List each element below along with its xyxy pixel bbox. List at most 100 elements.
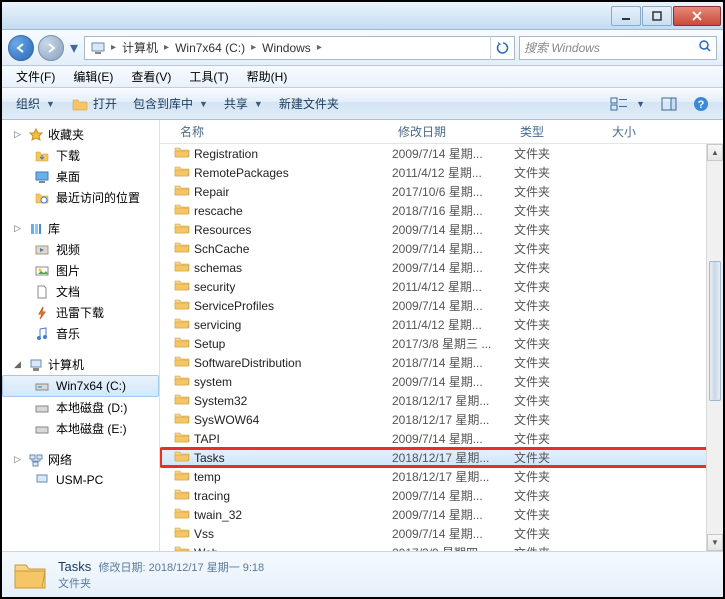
menu-view[interactable]: 查看(V) xyxy=(123,66,179,87)
tree-drive-c[interactable]: Win7x64 (C:) xyxy=(2,375,159,397)
search-input[interactable]: 搜索 Windows xyxy=(519,36,717,60)
file-row[interactable]: security2011/4/12 星期...文件夹 xyxy=(160,277,723,296)
breadcrumb-segment[interactable]: Windows xyxy=(258,41,315,55)
file-type: 文件夹 xyxy=(514,145,606,162)
file-row[interactable]: TAPI2009/7/14 星期...文件夹 xyxy=(160,429,723,448)
menu-help[interactable]: 帮助(H) xyxy=(239,66,296,87)
file-name: System32 xyxy=(194,394,247,408)
file-row[interactable]: Vss2009/7/14 星期...文件夹 xyxy=(160,524,723,543)
file-type: 文件夹 xyxy=(514,525,606,542)
tree-network-pc[interactable]: USM-PC xyxy=(2,470,159,490)
tree-videos[interactable]: 视频 xyxy=(2,239,159,260)
file-rows: Registration2009/7/14 星期...文件夹RemotePack… xyxy=(160,144,723,551)
file-row[interactable]: Setup2017/3/8 星期三 ...文件夹 xyxy=(160,334,723,353)
breadcrumb-arrow-icon[interactable]: ▸ xyxy=(109,42,118,53)
vertical-scrollbar[interactable]: ▲ ▼ xyxy=(706,144,723,551)
tree-libraries[interactable]: ▷库 xyxy=(2,218,159,239)
address-breadcrumb[interactable]: ▸ 计算机 ▸ Win7x64 (C:) ▸ Windows ▸ xyxy=(84,36,515,60)
file-date: 2009/7/14 星期... xyxy=(392,221,514,238)
breadcrumb-arrow-icon[interactable]: ▸ xyxy=(162,42,171,53)
tree-drive-e[interactable]: 本地磁盘 (E:) xyxy=(2,418,159,439)
file-type: 文件夹 xyxy=(514,335,606,352)
minimize-button[interactable] xyxy=(611,6,641,26)
scroll-up-button[interactable]: ▲ xyxy=(707,144,723,161)
breadcrumb-segment[interactable]: 计算机 xyxy=(118,39,162,56)
file-type: 文件夹 xyxy=(514,506,606,523)
column-type[interactable]: 类型 xyxy=(514,120,606,144)
file-date: 2009/7/14 星期... xyxy=(392,506,514,523)
file-row[interactable]: tracing2009/7/14 星期...文件夹 xyxy=(160,486,723,505)
file-name: temp xyxy=(194,470,221,484)
breadcrumb-arrow-icon[interactable]: ▸ xyxy=(315,42,324,53)
file-row[interactable]: twain_322009/7/14 星期...文件夹 xyxy=(160,505,723,524)
breadcrumb-arrow-icon[interactable]: ▸ xyxy=(249,42,258,53)
forward-button[interactable] xyxy=(38,35,64,61)
tree-desktop[interactable]: 桌面 xyxy=(2,166,159,187)
file-row[interactable]: ServiceProfiles2009/7/14 星期...文件夹 xyxy=(160,296,723,315)
folder-icon xyxy=(174,335,190,352)
column-headers: 名称 修改日期 类型 大小 xyxy=(160,120,723,144)
open-button[interactable]: 打开 xyxy=(63,92,125,116)
tree-downloads[interactable]: 下载 xyxy=(2,145,159,166)
file-row[interactable]: System322018/12/17 星期...文件夹 xyxy=(160,391,723,410)
back-button[interactable] xyxy=(8,35,34,61)
file-row[interactable]: servicing2011/4/12 星期...文件夹 xyxy=(160,315,723,334)
share-button[interactable]: 共享▼ xyxy=(216,92,271,115)
search-icon[interactable] xyxy=(698,39,712,56)
organize-button[interactable]: 组织▼ xyxy=(8,92,63,115)
refresh-button[interactable] xyxy=(490,36,514,60)
menu-tools[interactable]: 工具(T) xyxy=(181,66,236,87)
tree-computer[interactable]: ◢计算机 xyxy=(2,354,159,375)
file-row[interactable]: Resources2009/7/14 星期...文件夹 xyxy=(160,220,723,239)
scroll-down-button[interactable]: ▼ xyxy=(707,534,723,551)
column-name[interactable]: 名称 xyxy=(174,120,392,144)
file-row[interactable]: SysWOW642018/12/17 星期...文件夹 xyxy=(160,410,723,429)
file-row[interactable]: Tasks2018/12/17 星期...文件夹 xyxy=(160,448,723,467)
file-name: schemas xyxy=(194,261,242,275)
details-type: 文件夹 xyxy=(58,575,91,591)
tree-network[interactable]: ▷网络 xyxy=(2,449,159,470)
close-button[interactable] xyxy=(673,6,721,26)
folder-icon xyxy=(174,259,190,276)
menu-file[interactable]: 文件(F) xyxy=(8,66,63,87)
pc-icon xyxy=(34,472,50,488)
help-button[interactable]: ? xyxy=(685,93,717,115)
folder-icon xyxy=(174,544,190,551)
scroll-thumb[interactable] xyxy=(709,261,721,401)
tree-recent[interactable]: 最近访问的位置 xyxy=(2,187,159,208)
star-icon xyxy=(28,127,44,143)
file-date: 2018/7/14 星期... xyxy=(392,354,514,371)
file-date: 2018/12/17 星期... xyxy=(392,411,514,428)
file-name: system xyxy=(194,375,232,389)
tree-drive-d[interactable]: 本地磁盘 (D:) xyxy=(2,397,159,418)
file-row[interactable]: RemotePackages2011/4/12 星期...文件夹 xyxy=(160,163,723,182)
file-row[interactable]: system2009/7/14 星期...文件夹 xyxy=(160,372,723,391)
tree-music[interactable]: 音乐 xyxy=(2,323,159,344)
include-library-button[interactable]: 包含到库中▼ xyxy=(125,92,216,115)
file-row[interactable]: Registration2009/7/14 星期...文件夹 xyxy=(160,144,723,163)
menu-bar: 文件(F) 编辑(E) 查看(V) 工具(T) 帮助(H) xyxy=(2,66,723,88)
file-name: Registration xyxy=(194,147,258,161)
maximize-button[interactable] xyxy=(642,6,672,26)
file-row[interactable]: temp2018/12/17 星期...文件夹 xyxy=(160,467,723,486)
breadcrumb-segment[interactable]: Win7x64 (C:) xyxy=(171,41,249,55)
menu-edit[interactable]: 编辑(E) xyxy=(65,66,121,87)
tree-documents[interactable]: 文档 xyxy=(2,281,159,302)
scroll-track[interactable] xyxy=(707,161,723,534)
preview-pane-button[interactable] xyxy=(653,94,685,114)
column-size[interactable]: 大小 xyxy=(606,120,676,144)
folder-icon xyxy=(174,411,190,428)
tree-favorites[interactable]: ▷收藏夹 xyxy=(2,124,159,145)
view-options-button[interactable]: ▼ xyxy=(602,94,653,114)
file-row[interactable]: rescache2018/7/16 星期...文件夹 xyxy=(160,201,723,220)
file-row[interactable]: Web2017/3/9 星期四 ...文件夹 xyxy=(160,543,723,551)
file-row[interactable]: Repair2017/10/6 星期...文件夹 xyxy=(160,182,723,201)
file-row[interactable]: SchCache2009/7/14 星期...文件夹 xyxy=(160,239,723,258)
new-folder-button[interactable]: 新建文件夹 xyxy=(271,92,347,115)
column-date[interactable]: 修改日期 xyxy=(392,120,514,144)
tree-pictures[interactable]: 图片 xyxy=(2,260,159,281)
history-dropdown[interactable]: ▾ xyxy=(68,37,80,59)
file-row[interactable]: SoftwareDistribution2018/7/14 星期...文件夹 xyxy=(160,353,723,372)
file-row[interactable]: schemas2009/7/14 星期...文件夹 xyxy=(160,258,723,277)
tree-thunder[interactable]: 迅雷下载 xyxy=(2,302,159,323)
